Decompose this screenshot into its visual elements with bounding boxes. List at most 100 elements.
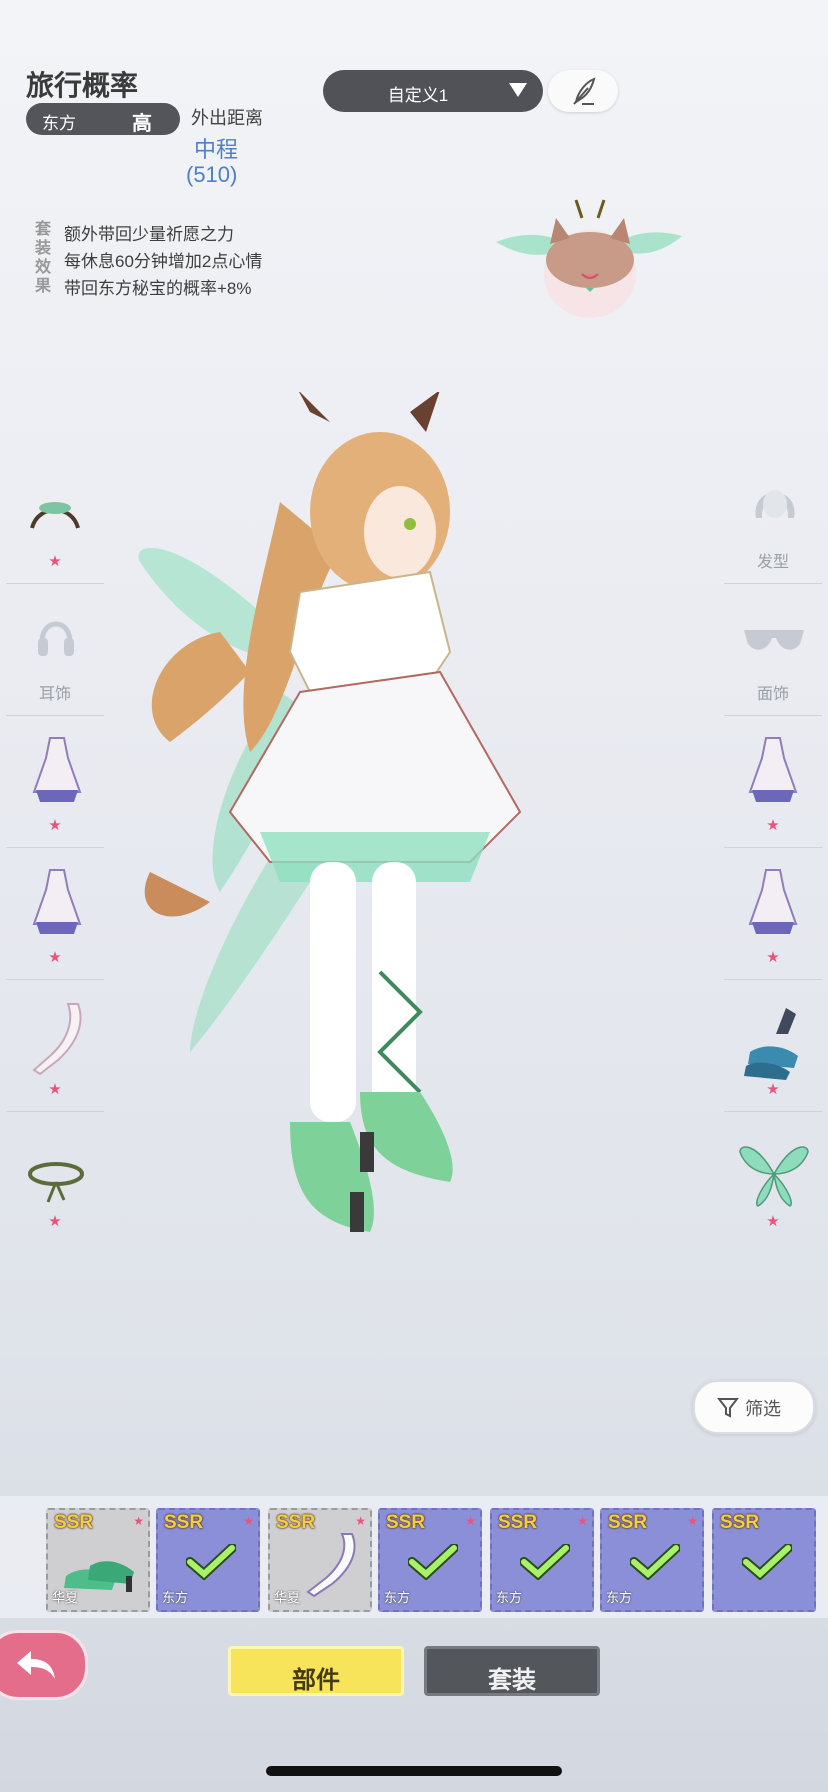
rarity-star-icon: ★ — [48, 553, 62, 570]
item-card[interactable]: SSR ★ 东方 — [490, 1508, 594, 1612]
headpiece-icon — [30, 502, 80, 529]
dress-icon — [32, 869, 82, 934]
slot-label: 发型 — [756, 554, 789, 571]
slot-shoes[interactable]: ★ — [718, 992, 828, 1112]
slot-wings[interactable]: ★ — [718, 1124, 828, 1244]
tab-parts[interactable]: 部件 — [228, 1646, 404, 1696]
funnel-icon — [717, 1398, 739, 1418]
origin-tag: 东方 — [162, 1590, 189, 1605]
checkmark-icon — [186, 1544, 236, 1580]
item-strip[interactable]: SSR ★ 华夏 SSR ★ 东方 SSR ★ 华夏 SSR ★ 东方 SSR … — [0, 1496, 828, 1618]
filter-button[interactable]: 筛选 — [693, 1380, 815, 1434]
slot-divider — [724, 715, 822, 716]
region-probability-pill: 东方 高 — [26, 103, 180, 135]
feather-icon — [573, 77, 596, 105]
slot-divider — [724, 583, 822, 584]
distance-number: (510) — [186, 162, 238, 187]
rarity-star-icon: ★ — [687, 1514, 698, 1528]
headphones-icon — [38, 621, 74, 656]
slot-headwear-left[interactable]: ★ — [0, 464, 110, 584]
tab-set-label: 套装 — [488, 1667, 536, 1694]
dropdown-arrow-icon — [509, 83, 527, 97]
tab-parts-label: 部件 — [292, 1667, 340, 1694]
rarity-star-icon: ★ — [48, 817, 62, 834]
rarity-star-icon: ★ — [766, 1081, 780, 1098]
rarity-star-icon: ★ — [766, 1213, 780, 1230]
set-effect-line: 额外带回少量祈愿之力 — [64, 225, 234, 244]
item-card[interactable]: SSR ★ 东方 — [600, 1508, 704, 1612]
slot-stockings[interactable]: ★ — [0, 992, 110, 1112]
slot-divider — [6, 715, 104, 716]
dress-icon — [32, 737, 82, 802]
slot-face[interactable]: 面饰 — [718, 596, 828, 716]
item-card[interactable]: SSR ★ 东方 — [378, 1508, 482, 1612]
checkmark-icon — [630, 1544, 680, 1580]
rarity-label: SSR — [386, 1512, 426, 1533]
character-model[interactable] — [110, 392, 650, 1412]
dress-icon — [748, 737, 798, 802]
set-effect-tag: 套装效果 — [34, 221, 51, 295]
rename-button[interactable] — [548, 70, 618, 112]
shoes-icon — [744, 1008, 798, 1080]
rarity-star-icon: ★ — [577, 1514, 588, 1528]
slot-dress-1-right[interactable]: ★ — [718, 728, 828, 848]
set-effect-line: 带回东方秘宝的概率+8% — [64, 279, 252, 298]
slot-divider — [6, 1111, 104, 1112]
origin-tag: 华夏 — [274, 1590, 301, 1605]
checkmark-icon — [408, 1544, 458, 1580]
origin-tag: 东方 — [384, 1590, 411, 1605]
distance-value: 中程 — [193, 137, 238, 162]
slot-dress-2-left[interactable]: ★ — [0, 860, 110, 980]
rarity-star-icon: ★ — [766, 949, 780, 966]
rarity-star-icon: ★ — [133, 1514, 144, 1528]
slot-divider — [724, 1111, 822, 1112]
home-indicator[interactable] — [266, 1766, 562, 1776]
wings-icon — [739, 1146, 809, 1207]
item-card[interactable]: SSR ★ 华夏 — [46, 1508, 150, 1612]
rarity-star-icon: ★ — [355, 1514, 366, 1528]
slot-label: 耳饰 — [38, 686, 71, 703]
glasses-icon — [744, 630, 804, 650]
set-effect-line: 每休息60分钟增加2点心情 — [64, 252, 263, 271]
slot-accessory[interactable]: ★ — [0, 1124, 110, 1244]
item-card[interactable]: SSR ★ 华夏 — [268, 1508, 372, 1612]
set-effect-list: 额外带回少量祈愿之力 每休息60分钟增加2点心情 带回东方秘宝的概率+8% — [64, 221, 262, 302]
region-label: 东方 — [42, 114, 76, 133]
pet-companion[interactable] — [466, 194, 712, 334]
item-card[interactable]: SSR ★ 东方 — [156, 1508, 260, 1612]
rarity-star-icon: ★ — [48, 949, 62, 966]
rarity-label: SSR — [608, 1512, 648, 1533]
leg-icon — [32, 1003, 82, 1076]
rarity-star-icon: ★ — [48, 1081, 62, 1098]
slot-divider — [6, 847, 104, 848]
rarity-label: SSR — [720, 1512, 760, 1533]
probability-value: 高 — [132, 113, 152, 135]
item-card[interactable]: SSR — [712, 1508, 816, 1612]
slot-dress-1-left[interactable]: ★ — [0, 728, 110, 848]
back-arrow-icon — [17, 1651, 55, 1679]
slot-divider — [6, 583, 104, 584]
slot-divider — [724, 847, 822, 848]
slot-divider — [724, 979, 822, 980]
slot-dress-2-right[interactable]: ★ — [718, 860, 828, 980]
preset-dropdown[interactable]: 自定义1 — [323, 70, 543, 112]
dress-icon — [748, 869, 798, 934]
tab-set[interactable]: 套装 — [424, 1646, 600, 1696]
origin-tag: 东方 — [606, 1590, 633, 1605]
checkmark-icon — [520, 1544, 570, 1580]
checkmark-icon — [742, 1544, 792, 1580]
rarity-star-icon: ★ — [465, 1514, 476, 1528]
slot-hairstyle[interactable]: 发型 — [718, 464, 828, 584]
slot-divider — [6, 979, 104, 980]
origin-tag: 东方 — [496, 1590, 523, 1605]
rarity-star-icon: ★ — [243, 1514, 254, 1528]
rarity-label: SSR — [54, 1512, 94, 1533]
rarity-label: SSR — [164, 1512, 204, 1533]
travel-probability-title: 旅行概率 — [26, 70, 139, 101]
back-button[interactable] — [0, 1630, 88, 1700]
slot-earrings[interactable]: 耳饰 — [0, 596, 110, 716]
rope-icon — [28, 1162, 84, 1203]
distance-label: 外出距离 — [191, 108, 263, 128]
slot-label: 面饰 — [756, 686, 789, 703]
rarity-star-icon: ★ — [48, 1213, 62, 1230]
